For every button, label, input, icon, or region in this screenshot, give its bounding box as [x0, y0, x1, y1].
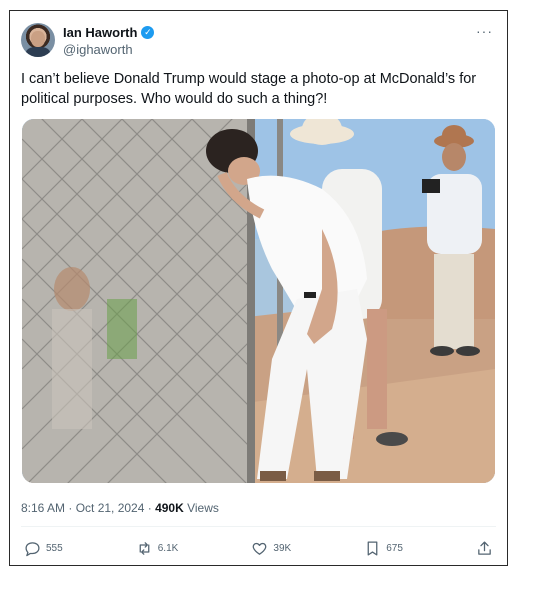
bookmark-button[interactable]: 675 — [364, 540, 403, 557]
share-icon — [478, 541, 491, 555]
bookmark-count: 675 — [386, 543, 403, 554]
divider — [21, 526, 496, 527]
repost-button[interactable]: 6.1K — [136, 540, 179, 557]
tweet-timestamp[interactable]: 8:16 AM · Oct 21, 2024 · — [21, 501, 155, 515]
bookmark-icon — [367, 541, 378, 556]
views-count: 490K — [155, 501, 184, 515]
like-button[interactable]: 39K — [251, 540, 291, 557]
views-label: Views — [183, 501, 219, 515]
reply-count: 555 — [46, 543, 63, 554]
tweet-text: I can’t believe Donald Trump would stage… — [21, 71, 477, 107]
share-button[interactable] — [476, 540, 493, 557]
reply-button[interactable]: 555 — [24, 540, 63, 557]
repost-icon — [139, 542, 150, 555]
verified-badge-icon: ✓ — [141, 26, 155, 39]
author-row: Ian Haworth ✓ — [63, 25, 155, 40]
reply-icon — [25, 542, 40, 557]
repost-count: 6.1K — [157, 543, 179, 554]
tweet-photo[interactable] — [22, 119, 495, 483]
avatar[interactable] — [21, 23, 55, 57]
like-count: 39K — [273, 543, 292, 554]
tweet-meta: 8:16 AM · Oct 21, 2024 · 490K Views — [21, 501, 219, 515]
action-bar: 555 6.1K 39K 675 — [24, 540, 493, 557]
like-icon — [253, 542, 267, 555]
author-name[interactable]: Ian Haworth — [63, 25, 137, 40]
avatar-face — [31, 31, 45, 47]
more-options-button[interactable]: ··· — [476, 23, 493, 39]
tweet-card: Ian Haworth ✓ @ighaworth ··· I can’t bel… — [9, 10, 508, 566]
photo-illustration — [22, 119, 495, 483]
avatar-shirt — [26, 47, 50, 57]
author-handle[interactable]: @ighaworth — [63, 42, 133, 57]
